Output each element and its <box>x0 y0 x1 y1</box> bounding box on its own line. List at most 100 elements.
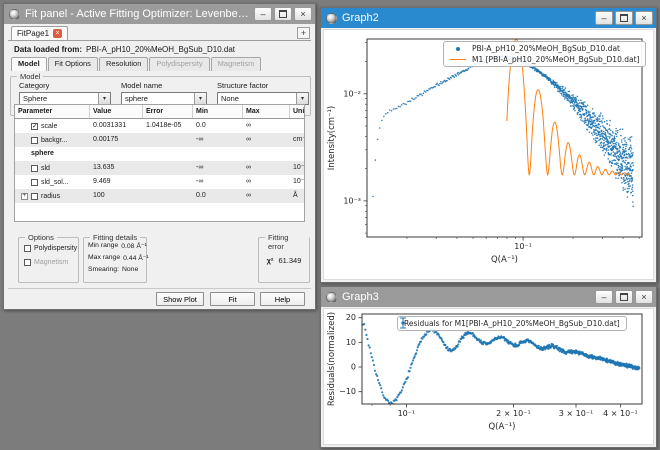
maximize-icon <box>620 14 628 22</box>
max-cell[interactable]: ∞ <box>243 175 290 189</box>
svg-text:Q(A⁻¹): Q(A⁻¹) <box>491 255 518 265</box>
error-cell[interactable] <box>143 175 193 189</box>
value-cell[interactable]: 0.0031331 <box>90 119 143 133</box>
table-row[interactable]: sphere <box>15 147 304 161</box>
error-cell[interactable]: 1.0418e-05 <box>143 119 193 133</box>
units-cell[interactable]: Å <box>290 189 305 203</box>
polydispersity-checkbox[interactable] <box>24 245 31 252</box>
checkbox-label: Polydispersity <box>34 245 77 252</box>
units-cell[interactable]: cm⁻¹ <box>290 133 305 147</box>
data-loaded-label: Data loaded from: <box>14 45 82 54</box>
maximize-button[interactable] <box>615 290 633 304</box>
show-plot-button[interactable]: Show Plot <box>156 292 204 306</box>
min-cell[interactable]: -∞ <box>193 133 243 147</box>
table-row[interactable]: sld_sol...9.469 -∞∞10⁻⁶Å⁻² <box>15 175 304 189</box>
errorbar-marker-icon <box>398 317 408 329</box>
value-cell[interactable]: 0.00175 <box>90 133 143 147</box>
add-fitpage-button[interactable]: + <box>297 27 310 39</box>
table-row[interactable]: ✓scale 0.00313311.0418e-050.0∞ <box>15 119 304 133</box>
svg-text:Q(A⁻¹): Q(A⁻¹) <box>488 422 515 432</box>
line-marker-icon <box>450 59 466 60</box>
max-cell[interactable]: ∞ <box>243 119 290 133</box>
tab-polydispersity[interactable]: Polydispersity <box>149 57 209 71</box>
max-cell[interactable]: ∞ <box>243 133 290 147</box>
close-button[interactable]: × <box>635 290 653 304</box>
column-header: Units <box>290 105 305 118</box>
magnetism-checkbox[interactable] <box>24 259 31 266</box>
tab-magnetism[interactable]: Magnetism <box>211 57 262 71</box>
help-button[interactable]: Help <box>260 292 305 306</box>
error-cell[interactable] <box>143 161 193 175</box>
close-button[interactable]: × <box>635 11 653 25</box>
parameter-checkbox[interactable] <box>31 179 38 186</box>
parameter-checkbox[interactable] <box>31 193 38 200</box>
maximize-button[interactable] <box>274 7 292 21</box>
fit-button[interactable]: Fit <box>210 292 255 306</box>
chevron-down-icon: ▾ <box>98 93 110 104</box>
units-cell[interactable] <box>290 119 305 133</box>
parameter-checkbox[interactable] <box>31 165 38 172</box>
svg-text:2 × 10⁻¹: 2 × 10⁻¹ <box>496 409 530 418</box>
svg-text:3 × 10⁻¹: 3 × 10⁻¹ <box>559 409 594 418</box>
value-cell[interactable]: 9.469 <box>90 175 143 189</box>
window-icon <box>326 292 337 303</box>
graph2-canvas[interactable]: 10⁻¹10⁻²10⁻³Q(A⁻¹)Intensity(cm⁻¹) PBI-A_… <box>323 29 654 280</box>
table-row[interactable]: sld13.635 -∞∞10⁻⁶Å⁻² <box>15 161 304 175</box>
graph3-window: Graph3 – × 10⁻¹2 × 10⁻¹3 × 10⁻¹4 × 10⁻¹2… <box>320 286 657 448</box>
fitting-error-groupbox: Fitting error χ² 61.349 <box>258 237 310 283</box>
min-cell[interactable]: -∞ <box>193 175 243 189</box>
combo-label: Category <box>19 81 111 90</box>
table-row[interactable]: backgr...0.00175 -∞∞cm⁻¹ <box>15 133 304 147</box>
error-cell[interactable] <box>143 133 193 147</box>
minimize-button[interactable]: – <box>254 7 272 21</box>
max-cell[interactable]: ∞ <box>243 161 290 175</box>
graph3-canvas[interactable]: 10⁻¹2 × 10⁻¹3 × 10⁻¹4 × 10⁻¹20100−10Q(A⁻… <box>323 308 654 445</box>
parameter-checkbox[interactable]: ✓ <box>31 123 38 130</box>
parameter-checkbox[interactable] <box>31 137 38 144</box>
minimize-button[interactable]: – <box>595 290 613 304</box>
units-cell[interactable]: 10⁻⁶Å⁻² <box>290 161 305 175</box>
fitting-details-groupbox: Fitting details Min range0.08 Å⁻¹Max ran… <box>83 237 147 283</box>
units-cell[interactable]: 10⁻⁶Å⁻² <box>290 175 305 189</box>
parameter-table[interactable]: ParameterValueErrorMinMaxUnits ✓scale0.0… <box>14 104 305 222</box>
graph3-legend: Residuals for M1[PBI-A_pH10_20%MeOH_BgSu… <box>397 316 627 331</box>
min-cell[interactable]: -∞ <box>193 161 243 175</box>
option-polydispersity: Polydispersity <box>24 245 78 252</box>
expand-icon[interactable]: + <box>21 193 28 200</box>
value-cell[interactable]: 13.635 <box>90 161 143 175</box>
fit-panel-body: FitPage1 × + Data loaded from:PBI-A_pH10… <box>8 24 311 308</box>
parameter-cell: sld_sol... <box>15 175 90 189</box>
svg-text:10: 10 <box>346 338 356 347</box>
min-cell[interactable]: 0.0 <box>193 189 243 203</box>
fit-panel-titlebar[interactable]: Fit panel - Active Fitting Optimizer: Le… <box>4 4 315 24</box>
chevron-down-icon: ▾ <box>194 93 206 104</box>
tab-fit-options[interactable]: Fit Options <box>48 57 98 71</box>
tab-resolution[interactable]: Resolution <box>99 57 148 71</box>
max-cell[interactable]: ∞ <box>243 189 290 203</box>
error-cell[interactable] <box>143 189 193 203</box>
field-model-name: Model namesphere▾ <box>121 81 207 105</box>
graph2-titlebar[interactable]: Graph2 – × <box>321 8 656 28</box>
parameter-name: scale <box>41 120 57 133</box>
value-cell[interactable]: 100 <box>90 189 143 203</box>
parameter-cell: sld <box>15 161 90 175</box>
tab-fitpage1[interactable]: FitPage1 × <box>11 26 68 40</box>
fitting-detail-line: Min range0.08 Å⁻¹ <box>88 242 146 250</box>
window-icon <box>9 9 20 20</box>
svg-text:4 × 10⁻¹: 4 × 10⁻¹ <box>603 409 638 418</box>
combo-value: sphere <box>122 94 194 103</box>
tab-model[interactable]: Model <box>11 57 47 71</box>
maximize-button[interactable] <box>615 11 633 25</box>
svg-text:20: 20 <box>346 313 356 322</box>
minimize-button[interactable]: – <box>595 11 613 25</box>
table-row[interactable]: +radius1000.0∞Å <box>15 189 304 203</box>
legend-label-data: PBI-A_pH10_20%MeOH_BgSub_D10.dat <box>472 44 620 53</box>
min-cell[interactable]: 0.0 <box>193 119 243 133</box>
graph3-titlebar[interactable]: Graph3 – × <box>321 287 656 307</box>
close-button[interactable]: × <box>294 7 312 21</box>
close-fitpage-icon[interactable]: × <box>53 29 62 38</box>
column-header: Value <box>90 105 143 118</box>
column-header: Error <box>143 105 193 118</box>
parameter-cell: backgr... <box>15 133 90 147</box>
divider <box>8 288 311 289</box>
